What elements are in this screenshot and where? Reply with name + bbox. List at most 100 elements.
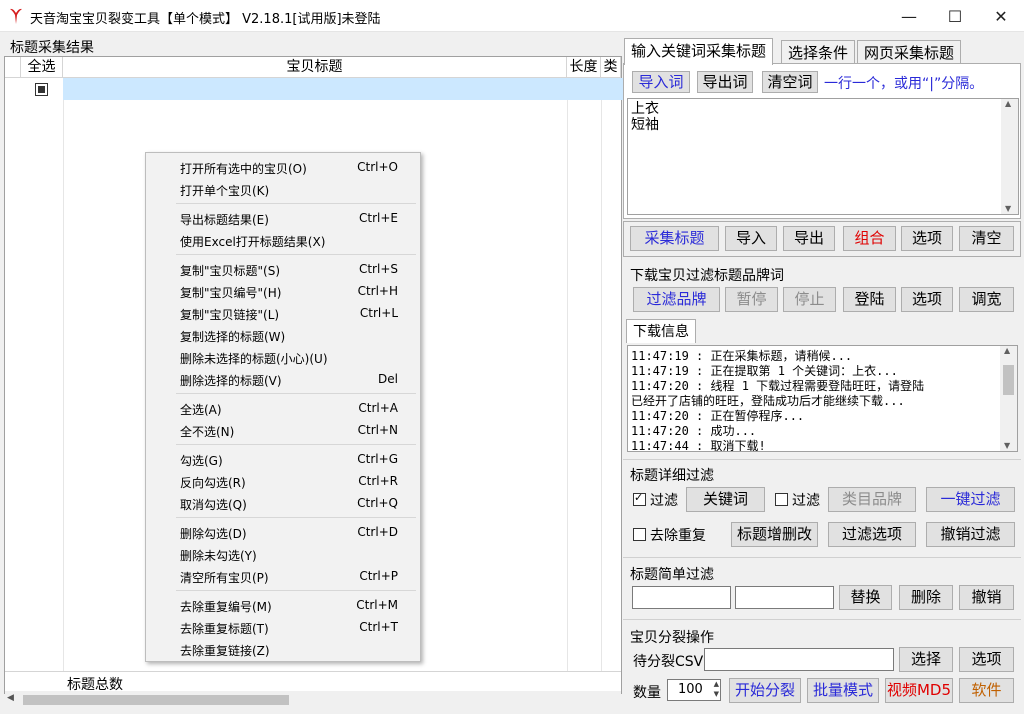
clear-button[interactable]: 清空 [959,226,1014,251]
filter1-label[interactable]: 过滤 [650,490,678,510]
menu-item-delete-unchecked[interactable]: 删除未勾选(Y) [148,543,418,565]
filter-options-button[interactable]: 过滤选项 [828,522,916,547]
menu-item-copy-link[interactable]: 复制"宝贝链接"(L) Ctrl+L [148,302,418,324]
menu-item-dedupe-link[interactable]: 去除重复链接(Z) [148,638,418,660]
start-split-button[interactable]: 开始分裂 [729,678,801,703]
collect-titles-button[interactable]: 采集标题 [630,226,719,251]
keywords-vscrollbar[interactable]: ▲ ▼ [1001,99,1018,214]
collect-options-button[interactable]: 选项 [901,226,953,251]
title-edit-button[interactable]: 标题增删改 [731,522,818,547]
grid-line [567,78,568,671]
menu-item-dedupe-id[interactable]: 去除重复编号(M) Ctrl+M [148,594,418,616]
dedupe-label[interactable]: 去除重复 [650,525,706,545]
software-button[interactable]: 软件 [959,678,1014,703]
scroll-thumb[interactable] [23,695,289,705]
menu-item-copy-title[interactable]: 复制"宝贝标题"(S) Ctrl+S [148,258,418,280]
menu-item-delete-checked[interactable]: 删除勾选(D) Ctrl+D [148,521,418,543]
login-button[interactable]: 登陆 [843,287,896,312]
column-select-all[interactable]: 全选 [21,57,63,78]
decrement-icon[interactable]: ▼ [714,690,719,698]
tab-keyword-collect[interactable]: 输入关键词采集标题 [624,38,774,65]
keyword-filter-button[interactable]: 关键词 [686,487,765,512]
download-log-text: 11:47:19 : 正在采集标题，请稍候... 11:47:19 : 正在提取… [631,349,925,452]
split-options-button[interactable]: 选项 [959,647,1014,672]
menu-separator [176,444,416,445]
filter2-checkbox[interactable] [775,493,788,506]
video-md5-button[interactable]: 视频MD5 [885,678,953,703]
batch-mode-button[interactable]: 批量模式 [807,678,879,703]
find-text-input[interactable] [632,586,731,609]
menu-item-open-excel[interactable]: 使用Excel打开标题结果(X) [148,229,418,251]
tab-select-conditions[interactable]: 选择条件 [781,40,856,64]
keywords-textarea[interactable]: 上衣 短袖 ▲ ▼ [627,98,1019,215]
scroll-thumb[interactable] [1003,365,1014,395]
dedupe-checkbox[interactable] [633,528,646,541]
menu-item-uncheck[interactable]: 取消勾选(Q) Ctrl+Q [148,492,418,514]
replace-text-input[interactable] [735,586,834,609]
context-menu: 打开所有选中的宝贝(O) Ctrl+O 打开单个宝贝(K) 导出标题结果(E) Ct… [145,152,421,662]
clear-words-button[interactable]: 清空词 [762,71,818,93]
quantity-label: 数量 [633,685,661,701]
simple-filter-title: 标题简单过滤 [630,567,714,583]
scroll-left-icon[interactable]: ◀ [7,693,14,703]
delete-button[interactable]: 删除 [899,585,953,610]
scroll-up-icon[interactable]: ▲ [1005,99,1011,108]
window-title: 天音淘宝宝贝裂变工具【单个模式】 V2.18.1[试用版]未登陆 [30,12,381,27]
brand-options-button[interactable]: 选项 [901,287,953,312]
maximize-button[interactable]: ☐ [932,0,978,32]
brand-filter-title: 下载宝贝过滤标题品牌词 [630,268,784,284]
tab-web-collect[interactable]: 网页采集标题 [857,40,962,64]
scroll-down-icon[interactable]: ▼ [1004,441,1010,450]
tab-download-info[interactable]: 下载信息 [626,319,696,343]
menu-item-open-selected[interactable]: 打开所有选中的宝贝(O) Ctrl+O [148,156,418,178]
filter2-label[interactable]: 过滤 [792,490,820,510]
quantity-stepper[interactable]: 100 ▲ ▼ [667,679,721,701]
column-title[interactable]: 宝贝标题 [63,57,567,78]
divider [623,459,1021,460]
menu-item-delete-selected[interactable]: 删除选择的标题(V) Del [148,368,418,390]
export-button[interactable]: 导出 [783,226,835,251]
filter-brand-button[interactable]: 过滤品牌 [633,287,720,312]
minimize-button[interactable]: — [886,0,932,32]
close-button[interactable]: ✕ [978,0,1024,32]
row-checkbox[interactable] [35,83,48,96]
import-button[interactable]: 导入 [725,226,777,251]
menu-item-copy-id[interactable]: 复制"宝贝编号"(H) Ctrl+H [148,280,418,302]
column-category[interactable]: 类 [601,57,621,78]
scroll-up-icon[interactable]: ▲ [1004,346,1010,355]
horizontal-scrollbar[interactable]: ◀ [5,691,621,708]
filter1-checkbox[interactable]: ✓ [633,491,646,506]
results-section-label: 标题采集结果 [10,40,94,56]
undo-filter-button[interactable]: 撤销过滤 [926,522,1015,547]
combine-button[interactable]: 组合 [843,226,896,251]
log-vscrollbar[interactable]: ▲ ▼ [1000,346,1017,451]
export-words-button[interactable]: 导出词 [697,71,753,93]
menu-item-open-single[interactable]: 打开单个宝贝(K) [148,178,418,200]
menu-separator [176,517,416,518]
adjust-width-button[interactable]: 调宽 [959,287,1014,312]
selected-row-title-cell[interactable] [63,78,623,100]
import-words-button[interactable]: 导入词 [632,71,690,93]
column-length[interactable]: 长度 [567,57,601,78]
menu-item-clear-all[interactable]: 清空所有宝贝(P) Ctrl+P [148,565,418,587]
select-csv-button[interactable]: 选择 [899,647,953,672]
menu-item-invert-check[interactable]: 反向勾选(R) Ctrl+R [148,470,418,492]
scroll-down-icon[interactable]: ▼ [1005,204,1011,213]
stop-button[interactable]: 停止 [783,287,836,312]
undo-button[interactable]: 撤销 [959,585,1014,610]
menu-item-select-all[interactable]: 全选(A) Ctrl+A [148,397,418,419]
csv-path-input[interactable] [704,648,894,671]
pause-button[interactable]: 暂停 [725,287,778,312]
menu-item-copy-selected[interactable]: 复制选择的标题(W) [148,324,418,346]
increment-icon[interactable]: ▲ [714,680,719,688]
menu-item-dedupe-title[interactable]: 去除重复标题(T) Ctrl+T [148,616,418,638]
replace-button[interactable]: 替换 [839,585,892,610]
category-brand-button[interactable]: 类目品牌 [828,487,916,512]
menu-item-select-none[interactable]: 全不选(N) Ctrl+N [148,419,418,441]
grid-line [63,78,64,671]
one-click-filter-button[interactable]: 一键过滤 [926,487,1015,512]
menu-item-export-results[interactable]: 导出标题结果(E) Ctrl+E [148,207,418,229]
menu-item-delete-unselected[interactable]: 删除未选择的标题(小心)(U) [148,346,418,368]
download-log[interactable]: 11:47:19 : 正在采集标题，请稍候... 11:47:19 : 正在提取… [627,345,1018,452]
menu-item-check[interactable]: 勾选(G) Ctrl+G [148,448,418,470]
